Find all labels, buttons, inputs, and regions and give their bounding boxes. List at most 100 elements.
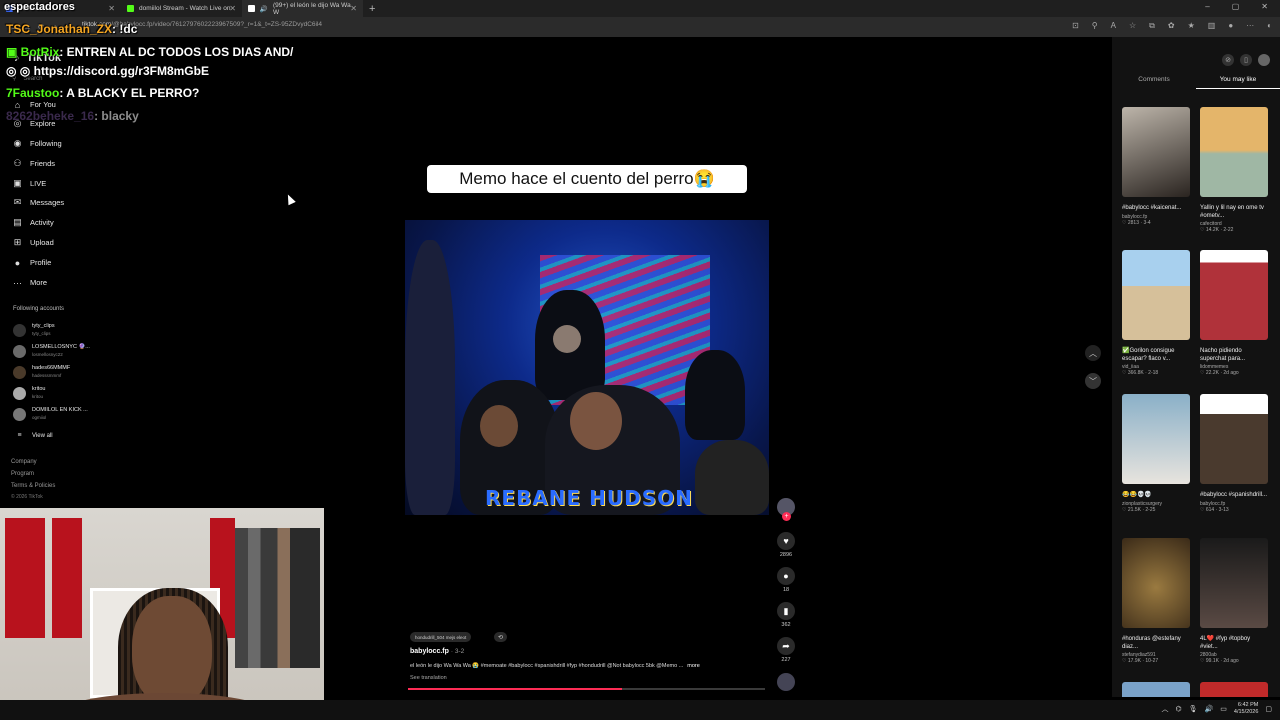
account-item[interactable]: hades66MMMF hadesssmmmf (13, 365, 70, 379)
browser-tab-tiktok[interactable]: 🔊 (99+) el león le dijo Wa Wa W ✕ (242, 0, 363, 17)
card-title: #honduras @estefany diaz... (1122, 636, 1181, 650)
bookmark-button[interactable]: ▮ 362 (777, 602, 795, 628)
close-icon[interactable]: ✕ (350, 4, 357, 13)
suggested-video-card[interactable]: ✅Gorilon consigue escapar? flaco v... vi… (1122, 250, 1190, 376)
nav-more[interactable]: ··· More (12, 277, 47, 288)
chevron-up-icon[interactable]: ︿ (1162, 704, 1169, 714)
close-icon[interactable]: ✕ (108, 4, 115, 13)
nav-profile[interactable]: ● Profile (12, 257, 51, 268)
footer-copyright: © 2026 TikTok (11, 494, 43, 500)
suggested-video-card[interactable]: Yallin y lil nay en ome tv #ometv... caf… (1200, 107, 1268, 233)
creator-avatar[interactable]: + (777, 498, 795, 521)
nav-messages[interactable]: ✉ Messages (12, 197, 64, 208)
account-item[interactable]: DOMIILOL EN KICK ... ogmiiol (13, 407, 88, 421)
collections-icon[interactable]: ✿ (1168, 21, 1175, 31)
follow-plus-icon[interactable]: + (782, 512, 791, 521)
video-progress-bar[interactable] (408, 688, 765, 690)
zoom-icon[interactable]: ⚲ (1092, 21, 1098, 31)
video-thumbnail (1122, 394, 1190, 484)
like-button[interactable]: ♥ 2896 (777, 532, 795, 558)
next-video-button[interactable]: ﹀ (1085, 373, 1101, 389)
suggested-video-card[interactable]: #honduras @estefany diaz... stefanydiaz5… (1122, 538, 1190, 664)
install-app-icon[interactable]: ⊡ (1072, 21, 1079, 31)
author-name: babylocc.fp (410, 648, 449, 655)
chat-message: ▣ BotRix: ENTREN AL DC TODOS LOS DIAS AN… (6, 45, 293, 59)
favorites-icon[interactable]: ★ (1188, 21, 1195, 31)
clock-time: 6:42 PM (1237, 702, 1259, 708)
video-thumbnail (1122, 107, 1190, 197)
bookmark-count: 362 (781, 622, 791, 628)
see-translation-link[interactable]: See translation (410, 675, 447, 681)
more-link[interactable]: more (687, 663, 700, 669)
footer-program[interactable]: Program (11, 471, 34, 477)
system-tray: ︿ ⌬ 🎙 🔊 ▭ 6:42 PM 4/15/2026 ▢ (1162, 702, 1272, 716)
block-icon[interactable]: ⊘ (1222, 54, 1234, 66)
footer-company[interactable]: Company (11, 459, 37, 465)
nav-following[interactable]: ◉ Following (12, 138, 62, 149)
copilot-icon[interactable]: ◐ (1267, 21, 1272, 31)
avatar[interactable] (1258, 54, 1270, 66)
view-all-label: View all (32, 432, 53, 439)
maximize-button[interactable]: ▢ (1232, 2, 1240, 11)
suggested-video-card[interactable]: #babylocc #kaicenat... babylocc.fp ♡ 281… (1122, 107, 1190, 226)
minimize-button[interactable]: – (1205, 2, 1209, 11)
nav-upload[interactable]: ⊞ Upload (12, 237, 54, 248)
previous-video-button[interactable]: ︿ (1085, 345, 1101, 361)
tab-you-may-like[interactable]: You may like (1196, 76, 1280, 89)
network-icon[interactable]: ⌬ (1176, 705, 1182, 713)
suggested-video-card[interactable]: #babylocc #spanishdrill... babylocc.fp ♡… (1200, 394, 1268, 513)
nav-friends[interactable]: ⚇ Friends (12, 158, 55, 169)
volume-icon[interactable]: 🔊 (1205, 705, 1214, 713)
comment-icon: ● (777, 567, 795, 585)
footer-terms[interactable]: Terms & Policies (11, 483, 55, 489)
nav-label: Following (30, 139, 62, 148)
video-thumbnail[interactable] (1122, 682, 1190, 697)
card-title: Nacho pidiendo superchat para... (1200, 348, 1246, 362)
nav-label: Messages (30, 198, 65, 207)
taskbar: ︿ ⌬ 🎙 🔊 ▭ 6:42 PM 4/15/2026 ▢ (0, 700, 1280, 720)
suggested-video-card[interactable]: 4L❤️ #fyp #topboy #viet... 2800ab ♡ 99.1… (1200, 538, 1268, 664)
suggested-video-card[interactable]: 😂😂💀💀 zionplasticsurgery ♡ 21.5K · 2-25 (1122, 394, 1190, 513)
share-button[interactable]: ➦ 227 (777, 637, 795, 663)
microphone-icon[interactable]: 🎙 (1189, 705, 1198, 713)
notification-icon[interactable]: ▢ (1265, 705, 1272, 713)
view-all-link[interactable]: ≡ View all (14, 430, 53, 441)
video-progress-fill (408, 688, 623, 690)
browser-tab-kick[interactable]: domiilol Stream - Watch Live on ✕ (121, 0, 242, 17)
repost-icon[interactable]: ⟲ (494, 632, 507, 642)
battery-icon[interactable]: ▭ (1220, 705, 1227, 713)
nav-activity[interactable]: ▤ Activity (12, 217, 54, 228)
browser-tab-bar: Dashboard ✕ domiilol Stream - Watch Live… (0, 0, 1280, 17)
account-item[interactable]: tyty_clips tyty_clips (13, 323, 55, 337)
close-window-button[interactable]: ✕ (1261, 2, 1268, 11)
tab-comments[interactable]: Comments (1112, 76, 1196, 89)
post-author[interactable]: babylocc.fp · 3-2 (410, 648, 464, 655)
nav-live[interactable]: ▣ LIVE (12, 178, 46, 189)
nav-label: For You (30, 100, 56, 109)
device-icon[interactable]: ▯ (1240, 54, 1252, 66)
read-aloud-icon[interactable]: A (1111, 21, 1116, 31)
account-name: kritou (32, 386, 46, 392)
person-face (480, 405, 518, 447)
extensions-icon[interactable]: ⧉ (1149, 21, 1155, 31)
suggested-video-card[interactable]: Nacho pidiendo superchat para... lidomme… (1200, 250, 1268, 376)
activity-icon: ▤ (13, 217, 22, 227)
collections-bar-icon[interactable]: ▥ (1208, 21, 1216, 31)
clock[interactable]: 6:42 PM 4/15/2026 (1234, 702, 1258, 716)
favorite-star-icon[interactable]: ☆ (1129, 21, 1136, 31)
account-item[interactable]: LOSMELLOSNYC 🔮... losmellosnyc22 (13, 344, 90, 358)
hashtag-pill[interactable]: hondudrill_504 mejs eleot (410, 632, 472, 642)
profile-avatar-icon[interactable]: ● (1228, 21, 1233, 31)
chat-message: 7Faustoo: A BLACKY EL PERRO? (6, 86, 199, 100)
sound-disc[interactable] (777, 673, 795, 691)
video-player[interactable]: REBANE HUDSON (405, 220, 769, 515)
video-thumbnail[interactable] (1200, 682, 1268, 697)
settings-more-icon[interactable]: ··· (1246, 21, 1254, 31)
avatar (13, 386, 26, 400)
close-icon[interactable]: ✕ (229, 4, 236, 13)
comment-button[interactable]: ● 18 (777, 567, 795, 593)
account-item[interactable]: kritou kritou (13, 386, 45, 400)
new-tab-button[interactable]: + (369, 3, 375, 15)
clock-date: 4/15/2026 (1233, 709, 1259, 715)
caption-text: Memo hace el cuento del perro😭 (459, 169, 715, 188)
